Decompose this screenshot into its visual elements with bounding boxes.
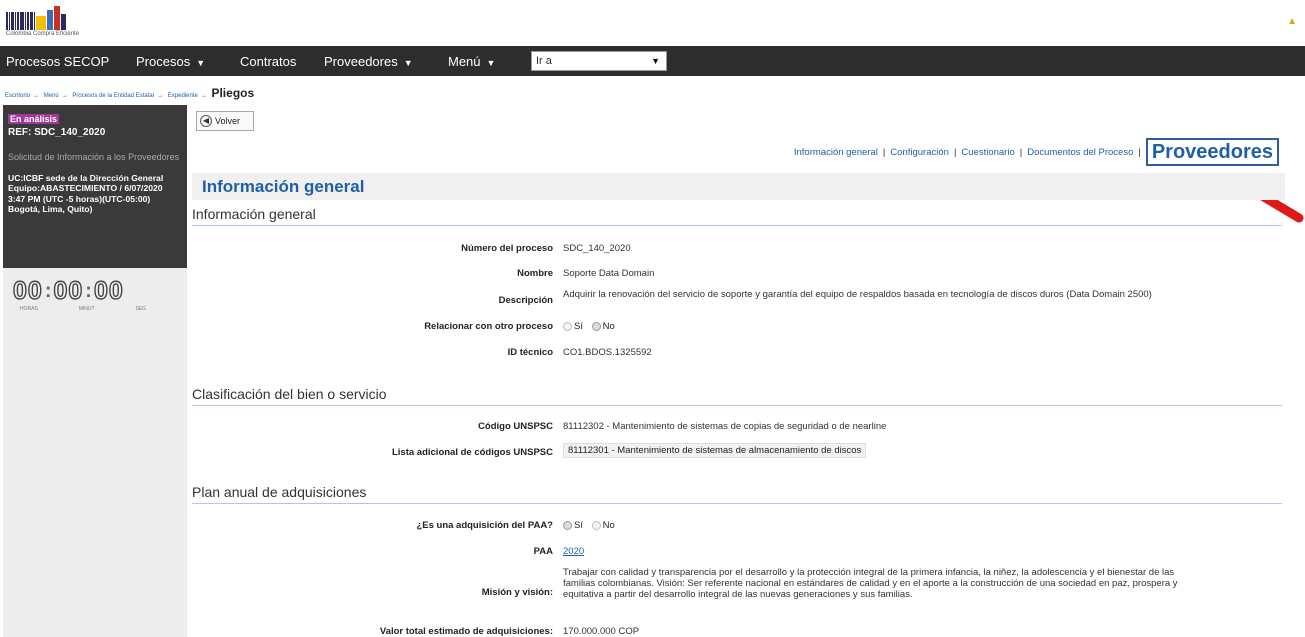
- radio-no-label: No: [602, 321, 615, 332]
- timer-colon: :: [85, 280, 92, 302]
- nav-procesos-secop[interactable]: Procesos SECOP: [6, 54, 109, 69]
- label-tech-id: ID técnico: [507, 347, 553, 358]
- logo-text: Colombia Compra Eficiente: [6, 31, 80, 37]
- value-name: Soporte Data Domain: [563, 268, 655, 279]
- value-process-number: SDC_140_2020: [563, 243, 631, 254]
- top-band: Colombia Compra Eficiente ▲: [0, 0, 1305, 44]
- subsection-classification: Clasificación del bien o servicio: [192, 386, 1282, 406]
- timer-label-hours: HORAS: [20, 306, 38, 312]
- breadcrumb-escritorio[interactable]: Escritorio: [5, 93, 30, 99]
- label-related-process: Relacionar con otro proceso: [424, 321, 553, 332]
- goto-select[interactable]: Ir a ▼: [531, 51, 667, 71]
- related-process-radio-group: Sí No: [563, 321, 621, 332]
- breadcrumb-arrow-icon: →: [157, 93, 164, 99]
- breadcrumb-arrow-icon: →: [33, 93, 40, 99]
- paa-link[interactable]: 2020: [563, 546, 584, 557]
- tab-cuestionario[interactable]: Cuestionario: [961, 147, 1014, 158]
- back-button-label: Volver: [215, 116, 241, 126]
- tab-separator: |: [953, 146, 957, 158]
- caret-down-icon: ▼: [403, 58, 413, 68]
- radio-no-label: No: [602, 520, 615, 531]
- timer-label-seconds: SEG: [135, 306, 146, 312]
- label-total-value: Valor total estimado de adquisiciones:: [379, 626, 553, 637]
- radio-no[interactable]: [591, 322, 601, 331]
- tab-separator: |: [882, 146, 886, 158]
- value-tech-id: CO1.BDOS.1325592: [563, 347, 652, 358]
- unit-info: UC:ICBF sede de la Dirección General Equ…: [8, 173, 164, 215]
- breadcrumb-current: Pliegos: [211, 86, 255, 100]
- timer-hours: 00: [12, 276, 43, 305]
- label-name: Nombre: [517, 268, 553, 279]
- section-title: Información general: [202, 177, 365, 196]
- timer-colon: :: [44, 280, 52, 302]
- tab-documentos[interactable]: Documentos del Proceso: [1027, 147, 1133, 158]
- breadcrumb-arrow-icon: →: [200, 93, 207, 99]
- tab-proveedores[interactable]: Proveedores: [1145, 138, 1279, 166]
- user-menu-icon[interactable]: ▲: [1287, 16, 1297, 27]
- breadcrumb-expediente[interactable]: Expediente: [168, 93, 198, 99]
- tab-separator: |: [1138, 146, 1141, 158]
- label-description: Descripción: [498, 295, 553, 306]
- process-description: Solicitud de Información a los Proveedor…: [8, 152, 180, 162]
- paa-link-text[interactable]: 2020: [563, 546, 584, 557]
- label-unspsc: Código UNSPSC: [478, 421, 553, 432]
- process-tabs: Información general | Configuración | Cues…: [794, 138, 1279, 166]
- breadcrumb-procesos[interactable]: Procesos de la Entidad Estatal: [72, 93, 154, 99]
- countdown-timer: 00 : 00 : 00 HORAS MINUT SEG: [12, 276, 173, 317]
- breadcrumb-menu[interactable]: Menú: [44, 93, 59, 99]
- subsection-plan: Plan anual de adquisiciones: [192, 484, 1282, 504]
- is-paa-radio-group: Sí No: [563, 520, 621, 531]
- value-description: Adquirir la renovación del servicio de s…: [563, 289, 1152, 300]
- process-ref: REF: SDC_140_2020: [8, 127, 106, 138]
- radio-si-label: Sí: [574, 520, 583, 531]
- main-navbar: Procesos SECOP Procesos ▼ Contratos Prove…: [0, 46, 1305, 76]
- section-header: Información general: [192, 173, 1285, 200]
- tab-configuracion[interactable]: Configuración: [890, 147, 949, 158]
- breadcrumb: Escritorio → Menú → Procesos de la Entidad…: [5, 86, 254, 100]
- logo-barcode-icon: [6, 4, 66, 30]
- nav-contratos[interactable]: Contratos: [240, 54, 296, 69]
- nav-procesos[interactable]: Procesos ▼: [136, 54, 205, 69]
- radio-si-label: Sí: [574, 321, 583, 332]
- left-panel: En análisis REF: SDC_140_2020 Solicitud …: [3, 105, 187, 637]
- label-is-paa: ¿Es una adquisición del PAA?: [416, 520, 553, 531]
- label-paa: PAA: [533, 546, 553, 557]
- radio-si[interactable]: [563, 322, 572, 331]
- breadcrumb-arrow-icon: →: [61, 93, 68, 99]
- timer-seconds: 00: [93, 276, 124, 305]
- value-total-value: 170.000.000 COP: [563, 626, 640, 637]
- subsection-general: Información general: [192, 206, 1282, 226]
- status-badge: En análisis: [8, 114, 60, 124]
- additional-unspsc-list: 81112301 - Mantenimiento de sistemas de …: [563, 443, 867, 458]
- value-unspsc: 81112302 - Mantenimiento de sistemas de …: [563, 421, 887, 432]
- label-additional-unspsc: Lista adicional de códigos UNSPSC: [391, 447, 553, 458]
- timer-minutes: 00: [53, 276, 84, 305]
- caret-down-icon: ▼: [651, 56, 660, 66]
- label-process-number: Número del proceso: [461, 243, 553, 254]
- colombia-compra-logo[interactable]: Colombia Compra Eficiente: [6, 4, 116, 40]
- back-arrow-icon: ◀: [200, 115, 212, 127]
- radio-no[interactable]: [591, 521, 601, 530]
- nav-proveedores[interactable]: Proveedores ▼: [324, 54, 413, 69]
- tab-informacion-general[interactable]: Información general: [794, 147, 878, 158]
- tab-separator: |: [1019, 146, 1023, 158]
- value-mission: Trabajar con calidad y transparencia por…: [563, 567, 1178, 600]
- label-mission: Misión y visión:: [481, 587, 553, 598]
- caret-down-icon: ▼: [196, 58, 206, 68]
- back-button[interactable]: ◀ Volver: [196, 111, 254, 131]
- radio-si[interactable]: [563, 521, 572, 530]
- unspsc-tag: 81112301 - Mantenimiento de sistemas de …: [563, 443, 867, 458]
- timer-label-minutes: MINUT: [78, 306, 95, 312]
- nav-menu[interactable]: Menú ▼: [448, 54, 495, 69]
- caret-down-icon: ▼: [486, 58, 496, 68]
- process-status-box: En análisis REF: SDC_140_2020 Solicitud …: [3, 105, 187, 268]
